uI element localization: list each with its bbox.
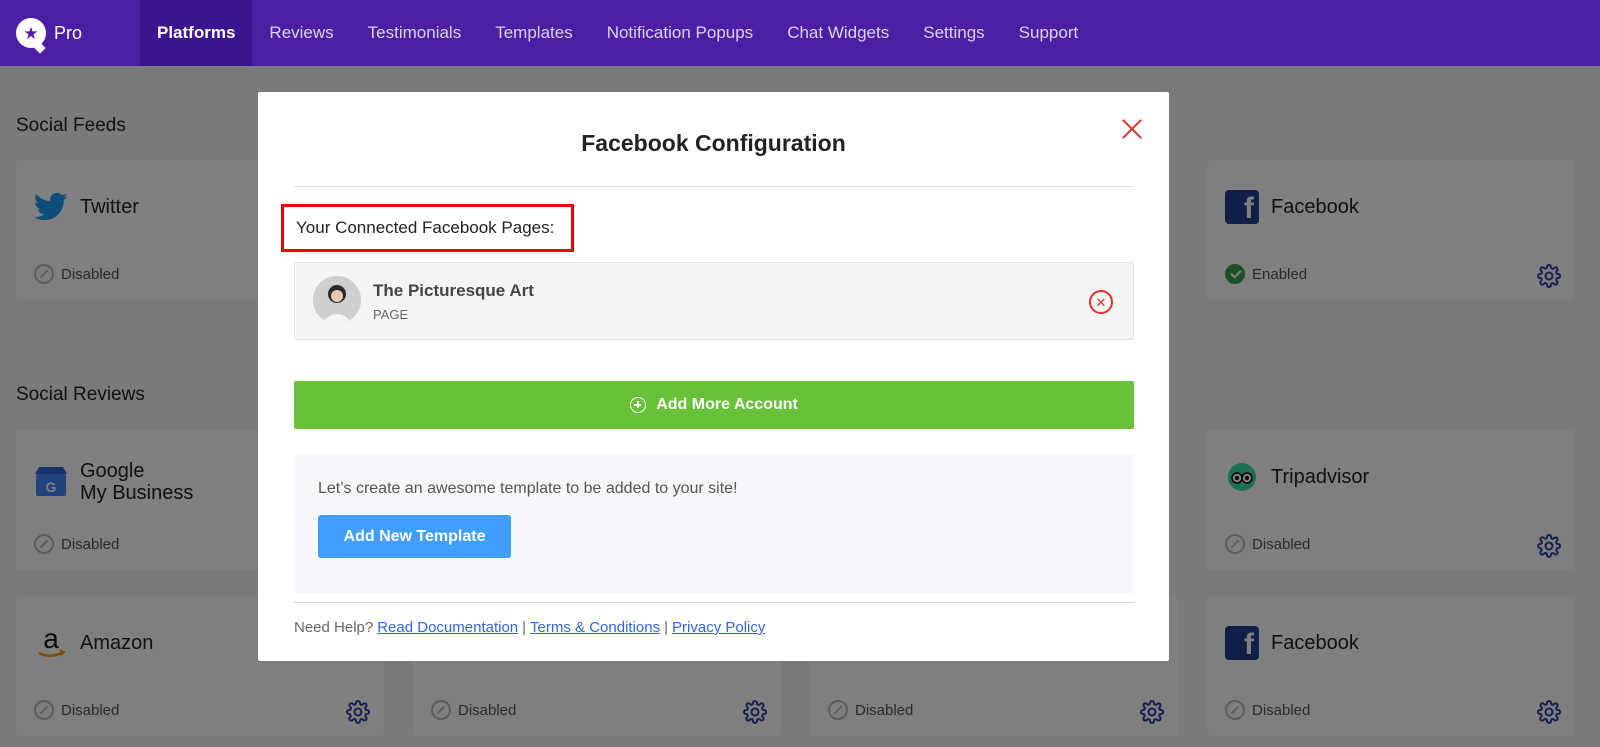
add-more-account-button[interactable]: Add More Account <box>294 381 1134 429</box>
help-links: Need Help? Read Documentation | Terms & … <box>294 619 765 636</box>
template-prompt: Let’s create an awesome template to be a… <box>318 480 738 497</box>
connected-page-row: The Picturesque Art PAGE ✕ <box>294 262 1134 340</box>
brand[interactable]: ★ Pro <box>0 0 140 66</box>
brand-name: Pro <box>54 22 83 43</box>
nav-item-testimonials[interactable]: Testimonials <box>351 0 479 66</box>
top-nav-bar: ★ Pro Platforms Reviews Testimonials Tem… <box>0 0 1600 66</box>
help-prefix: Need Help? <box>294 619 374 636</box>
nav-item-support[interactable]: Support <box>1002 0 1096 66</box>
separator: | <box>522 619 527 636</box>
avatar <box>313 276 361 324</box>
connected-pages-label: Your Connected Facebook Pages: <box>281 204 574 252</box>
nav-item-settings[interactable]: Settings <box>906 0 1001 66</box>
nav-item-notification-popups[interactable]: Notification Popups <box>590 0 770 66</box>
modal-title: Facebook Configuration <box>581 130 846 156</box>
separator: | <box>664 619 669 636</box>
add-new-template-button[interactable]: Add New Template <box>318 515 511 558</box>
plus-circle-icon <box>630 397 647 413</box>
facebook-configuration-modal: Facebook Configuration Your Connected Fa… <box>258 92 1169 661</box>
nav-item-reviews[interactable]: Reviews <box>252 0 350 66</box>
close-icon[interactable] <box>1121 118 1143 140</box>
read-documentation-link[interactable]: Read Documentation <box>377 619 518 636</box>
brand-logo-icon: ★ <box>16 18 46 48</box>
template-panel: Let’s create an awesome template to be a… <box>294 454 1134 593</box>
terms-conditions-link[interactable]: Terms & Conditions <box>530 619 660 636</box>
main-nav: Platforms Reviews Testimonials Templates… <box>140 0 1095 66</box>
nav-item-templates[interactable]: Templates <box>478 0 589 66</box>
divider <box>294 602 1134 603</box>
page-name: The Picturesque Art <box>373 281 534 300</box>
nav-item-chat-widgets[interactable]: Chat Widgets <box>770 0 906 66</box>
add-more-account-label: Add More Account <box>656 396 798 413</box>
remove-page-icon[interactable]: ✕ <box>1089 290 1113 314</box>
privacy-policy-link[interactable]: Privacy Policy <box>672 619 765 636</box>
page-type: PAGE <box>373 307 409 322</box>
divider <box>294 186 1134 187</box>
nav-item-platforms[interactable]: Platforms <box>140 0 253 66</box>
